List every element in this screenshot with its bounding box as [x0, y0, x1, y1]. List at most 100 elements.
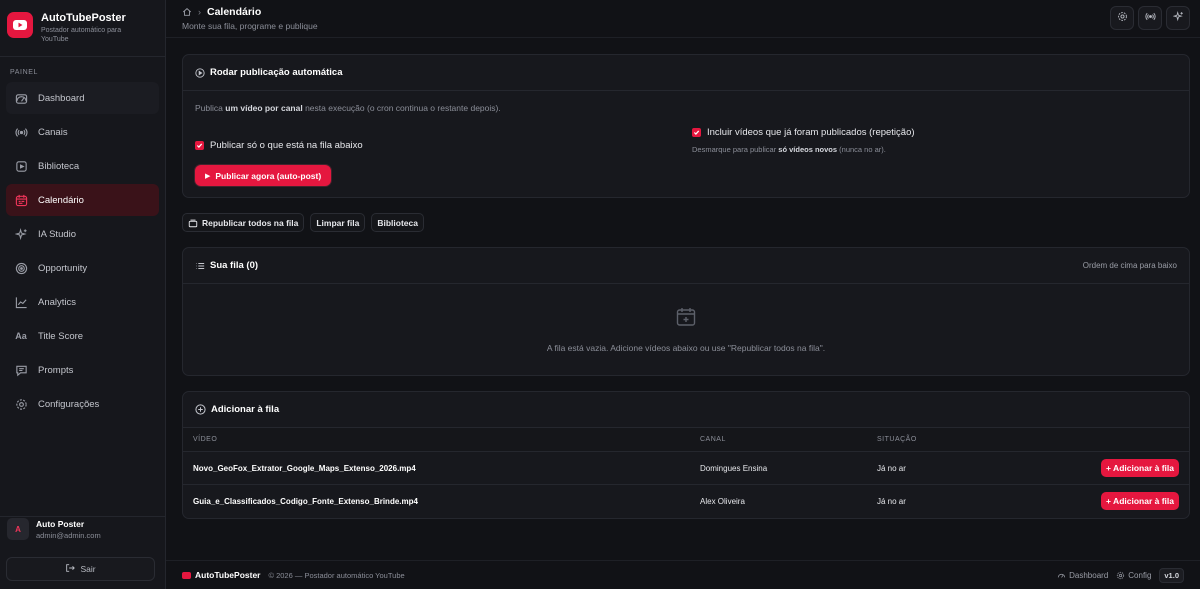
- sidebar-item-biblioteca[interactable]: Biblioteca: [6, 150, 159, 182]
- page-subtitle: Monte sua fila, programe e publique: [182, 21, 318, 31]
- broadcast-button[interactable]: [1138, 6, 1162, 30]
- sidebar-item-opportunity[interactable]: Opportunity: [6, 252, 159, 284]
- youtube-logo-icon: [7, 12, 33, 38]
- queue-order-hint: Ordem de cima para baixo: [1082, 261, 1177, 270]
- home-icon[interactable]: [182, 7, 192, 17]
- card-header: Sua fila (0) Ordem de cima para baixo: [183, 248, 1189, 284]
- video-filename: Guia_e_Classificados_Codigo_Fonte_Extens…: [193, 497, 418, 506]
- queue-only-checkbox[interactable]: Publicar só o que está na fila abaixo: [195, 140, 363, 151]
- card-header: Rodar publicação automática: [183, 55, 1189, 91]
- autopost-description: Publica um vídeo por canal nesta execuçã…: [195, 103, 501, 113]
- video-filename: Novo_GeoFox_Extrator_Google_Maps_Extenso…: [193, 464, 416, 473]
- gear-icon: [1116, 571, 1125, 580]
- youtube-logo-icon: [182, 571, 191, 579]
- play-circle-icon: [195, 67, 205, 78]
- gear-icon: [1117, 11, 1128, 25]
- user-email: admin@admin.com: [36, 530, 101, 540]
- stack-icon: [188, 218, 198, 228]
- republish-all-button[interactable]: Republicar todos na fila: [182, 213, 305, 232]
- table-row: Novo_GeoFox_Extrator_Google_Maps_Extenso…: [183, 452, 1189, 485]
- footer: AutoTubePoster © 2026 — Postador automát…: [166, 560, 1200, 589]
- sidebar-item-canais[interactable]: Canais: [6, 116, 159, 148]
- sidebar-item-prompts[interactable]: Prompts: [6, 354, 159, 386]
- footer-links: Dashboard Config v1.0: [1057, 567, 1184, 583]
- button-label: Limpar fila: [316, 217, 360, 228]
- sidebar-item-label: Prompts: [38, 364, 74, 376]
- settings-button[interactable]: [1110, 6, 1134, 30]
- sidebar-item-label: Calendário: [38, 194, 84, 206]
- ai-button[interactable]: [1166, 6, 1190, 30]
- channel-name: Alex Oliveira: [700, 497, 745, 506]
- calendar-icon: [14, 193, 28, 207]
- footer-dashboard-link[interactable]: Dashboard: [1057, 571, 1108, 580]
- play-icon: ▶: [205, 172, 211, 180]
- add-to-queue-button[interactable]: + Adicionar à fila: [1101, 492, 1179, 510]
- user-name: Auto Poster: [36, 518, 85, 529]
- queue-card: Sua fila (0) Ordem de cima para baixo A …: [182, 247, 1190, 376]
- sidebar-item-label: Title Score: [38, 330, 84, 342]
- sidebar-item-analytics[interactable]: Analytics: [6, 286, 159, 318]
- target-icon: [14, 261, 28, 275]
- table-header: VÍDEO CANAL SITUAÇÃO: [183, 428, 1189, 452]
- chevron-right-icon: ›: [198, 7, 201, 17]
- sidebar-item-calendario[interactable]: Calendário: [6, 184, 159, 216]
- card-header: Adicionar à fila: [183, 392, 1189, 428]
- gear-icon: [14, 397, 28, 411]
- card-title: Rodar publicação automática: [210, 67, 343, 78]
- sidebar-item-dashboard[interactable]: Dashboard: [6, 82, 159, 114]
- calendar-plus-icon: [675, 306, 697, 331]
- channel-name: Domingues Ensina: [700, 464, 768, 473]
- publish-now-button[interactable]: ▶ Publicar agora (auto-post): [195, 165, 332, 186]
- gauge-icon: [14, 91, 28, 105]
- card-title: Sua fila (0): [210, 260, 259, 271]
- table-row: Guia_e_Classificados_Codigo_Fonte_Extens…: [183, 485, 1189, 518]
- add-to-queue-button[interactable]: + Adicionar à fila: [1101, 459, 1179, 477]
- broadcast-icon: [1144, 11, 1156, 25]
- sidebar: AutoTubePoster Postador automático para …: [0, 0, 166, 589]
- brand[interactable]: AutoTubePoster Postador automático para …: [0, 0, 165, 57]
- sidebar-item-label: IA Studio: [38, 228, 77, 240]
- column-header: SITUAÇÃO: [877, 436, 917, 443]
- chart-line-icon: [14, 295, 28, 309]
- brand-name: AutoTubePoster: [41, 12, 126, 24]
- logout-icon: [65, 563, 76, 575]
- empty-text: A fila está vazia. Adicione vídeos abaix…: [546, 343, 826, 353]
- sparkles-icon: [1172, 10, 1184, 25]
- library-button[interactable]: Biblioteca: [371, 213, 424, 232]
- footer-brand: AutoTubePoster: [182, 570, 260, 580]
- avatar: A: [7, 518, 29, 540]
- plus-circle-icon: [195, 404, 206, 415]
- status-text: Já no ar: [877, 497, 906, 506]
- check-icon: [195, 141, 204, 150]
- footer-brand-name: AutoTubePoster: [195, 570, 261, 580]
- sidebar-item-ia-studio[interactable]: IA Studio: [6, 218, 159, 250]
- include-published-checkbox[interactable]: Incluir vídeos que já foram publicados (…: [692, 127, 915, 138]
- link-label: Config: [1128, 570, 1152, 580]
- sidebar-item-label: Dashboard: [38, 92, 85, 104]
- add-queue-card: Adicionar à fila VÍDEO CANAL SITUAÇÃO No…: [182, 391, 1190, 519]
- link-label: Dashboard: [1069, 570, 1109, 580]
- footer-config-link[interactable]: Config: [1116, 571, 1151, 580]
- button-label: Publicar agora (auto-post): [215, 170, 322, 181]
- topbar: › Calendário Monte sua fila, programe e …: [166, 0, 1200, 38]
- user-profile[interactable]: A Auto Poster admin@admin.com: [0, 515, 165, 543]
- sidebar-item-configuracoes[interactable]: Configurações: [6, 388, 159, 420]
- section-label: PAINEL: [10, 69, 38, 76]
- checkbox-hint: Desmarque para publicar só vídeos novos …: [692, 145, 886, 154]
- autopost-card: Rodar publicação automática Publica um v…: [182, 54, 1190, 198]
- top-actions: [1110, 6, 1190, 30]
- page-title: Calendário: [207, 6, 262, 18]
- clear-queue-button[interactable]: Limpar fila: [310, 213, 366, 232]
- sidebar-item-title-score[interactable]: Aa Title Score: [6, 320, 159, 352]
- sparkles-icon: [14, 227, 28, 241]
- checkbox-label: Incluir vídeos que já foram publicados (…: [707, 127, 915, 138]
- sidebar-item-label: Biblioteca: [38, 160, 80, 172]
- button-label: Biblioteca: [377, 217, 418, 228]
- list-icon: [195, 261, 205, 271]
- breadcrumb: › Calendário: [182, 6, 261, 18]
- logout-label: Sair: [80, 564, 96, 574]
- logout-button[interactable]: Sair: [6, 557, 155, 581]
- sidebar-item-label: Analytics: [38, 296, 77, 308]
- broadcast-icon: [14, 125, 28, 139]
- queue-actions: Republicar todos na fila Limpar fila Bib…: [182, 213, 424, 232]
